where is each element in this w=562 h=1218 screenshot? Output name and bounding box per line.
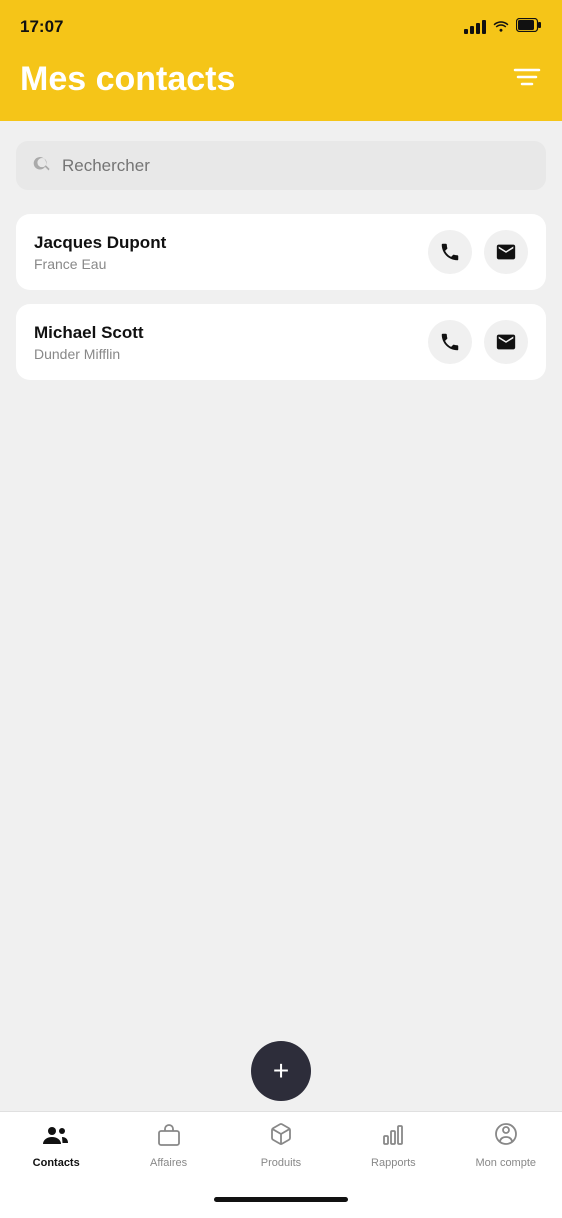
moncompte-nav-label: Mon compte bbox=[475, 1157, 536, 1169]
email-button[interactable] bbox=[484, 230, 528, 274]
main-content: Jacques Dupont France Eau Michael Scott … bbox=[0, 121, 562, 1021]
contacts-nav-icon bbox=[43, 1124, 69, 1153]
nav-item-affaires[interactable]: Affaires bbox=[134, 1124, 204, 1169]
contact-actions bbox=[428, 320, 528, 364]
bottom-nav: Contacts Affaires Produits bbox=[0, 1111, 562, 1197]
nav-item-contacts[interactable]: Contacts bbox=[21, 1124, 91, 1169]
signal-icon bbox=[464, 20, 486, 34]
email-button[interactable] bbox=[484, 320, 528, 364]
page-title: Mes contacts bbox=[20, 60, 235, 99]
contact-name: Jacques Dupont bbox=[34, 233, 166, 253]
phone-icon bbox=[439, 331, 461, 353]
battery-icon bbox=[516, 18, 542, 37]
filter-icon[interactable] bbox=[512, 66, 542, 94]
add-contact-button[interactable]: + bbox=[251, 1041, 311, 1101]
status-time: 17:07 bbox=[20, 17, 63, 37]
search-icon bbox=[32, 153, 52, 178]
fab-container: + bbox=[0, 1021, 562, 1111]
call-button[interactable] bbox=[428, 320, 472, 364]
call-button[interactable] bbox=[428, 230, 472, 274]
contacts-nav-label: Contacts bbox=[33, 1157, 80, 1169]
phone-icon bbox=[439, 241, 461, 263]
status-icons bbox=[464, 18, 542, 37]
rapports-nav-label: Rapports bbox=[371, 1157, 416, 1169]
header: Mes contacts bbox=[0, 50, 562, 121]
contact-company: France Eau bbox=[34, 256, 166, 272]
search-bar[interactable] bbox=[16, 141, 546, 190]
nav-item-rapports[interactable]: Rapports bbox=[358, 1124, 428, 1169]
status-bar: 17:07 bbox=[0, 0, 562, 50]
search-input[interactable] bbox=[62, 156, 530, 176]
contact-card[interactable]: Michael Scott Dunder Mifflin bbox=[16, 304, 546, 380]
nav-item-produits[interactable]: Produits bbox=[246, 1122, 316, 1169]
contact-actions bbox=[428, 230, 528, 274]
affaires-nav-label: Affaires bbox=[150, 1157, 187, 1169]
contact-company: Dunder Mifflin bbox=[34, 346, 144, 362]
contact-info: Jacques Dupont France Eau bbox=[34, 233, 166, 272]
produits-nav-label: Produits bbox=[261, 1157, 301, 1169]
home-indicator bbox=[214, 1197, 348, 1202]
rapports-nav-icon bbox=[381, 1124, 405, 1153]
contact-name: Michael Scott bbox=[34, 323, 144, 343]
produits-nav-icon bbox=[269, 1122, 293, 1153]
contact-card[interactable]: Jacques Dupont France Eau bbox=[16, 214, 546, 290]
wifi-icon bbox=[492, 18, 510, 37]
moncompte-nav-icon bbox=[494, 1122, 518, 1153]
affaires-nav-icon bbox=[157, 1124, 181, 1153]
mail-icon bbox=[495, 241, 517, 263]
contact-info: Michael Scott Dunder Mifflin bbox=[34, 323, 144, 362]
nav-item-moncompte[interactable]: Mon compte bbox=[471, 1122, 541, 1169]
mail-icon bbox=[495, 331, 517, 353]
